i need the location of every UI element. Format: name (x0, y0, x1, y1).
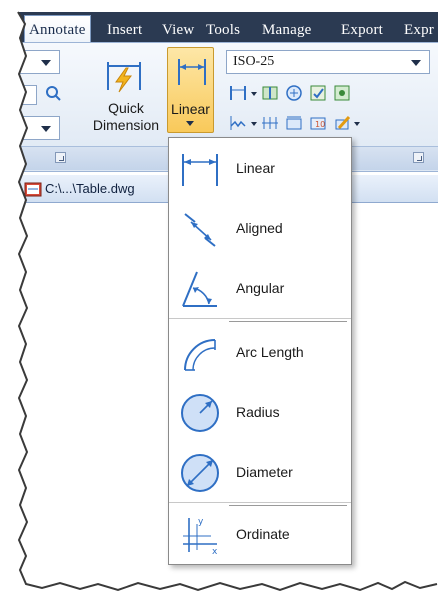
torn-edge-border (17, 11, 438, 592)
